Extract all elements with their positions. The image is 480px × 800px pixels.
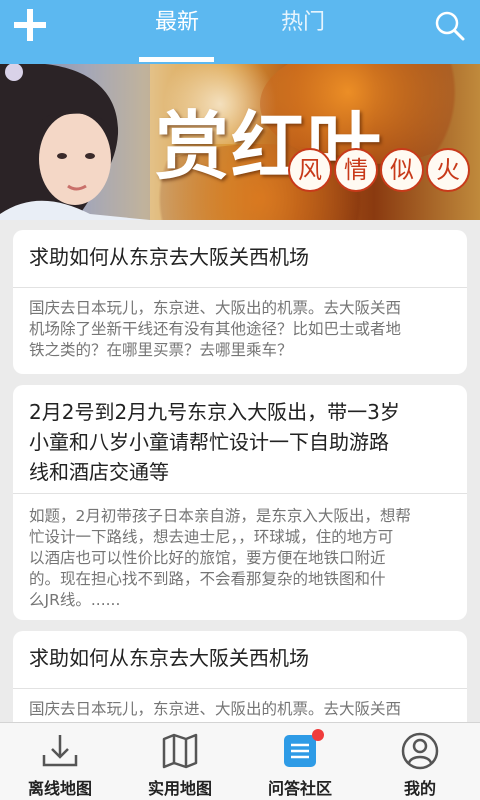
add-icon[interactable]: [10, 6, 50, 46]
question-body: 国庆去日本玩儿，东京进、大阪出的机票。去大阪关西: [13, 689, 467, 720]
user-icon: [401, 732, 439, 770]
nav-mine[interactable]: 我的: [360, 723, 480, 800]
tab-latest[interactable]: 最新: [122, 0, 232, 64]
notification-badge: [312, 729, 324, 741]
question-body: 如题，2月初带孩子日本亲自游，是东京入大阪出，想帮 忙设计一下路线，想去迪士尼，…: [13, 494, 467, 611]
question-title: 2月2号到2月九号东京入大阪出，带一3岁 小童和八岁小童请帮忙设计一下自助游路 …: [13, 385, 467, 493]
top-bar: 最新 热门: [0, 0, 480, 64]
tab-hot[interactable]: 热门: [248, 0, 358, 64]
question-body-line: 忙设计一下路线，想去迪士尼，，环球城，住的地方可: [29, 528, 394, 546]
question-title-line: 线和酒店交通等: [29, 460, 169, 484]
search-icon[interactable]: [434, 10, 466, 42]
banner-stamp: 似: [380, 148, 424, 192]
question-body-line: 的。现在担心找不到路，不会看那复杂的地铁图和什: [29, 570, 386, 588]
question-body-line: 如题，2月初带孩子日本亲自游，是东京入大阪出，想帮: [29, 507, 411, 525]
question-body-line: 铁之类的？在哪里买票？去哪里乘车？: [29, 341, 293, 359]
question-title-line: 小童和八岁小童请帮忙设计一下自助游路: [29, 430, 389, 454]
nav-label: 实用地图: [147, 779, 212, 798]
question-card[interactable]: 求助如何从东京去大阪关西机场 国庆去日本玩儿，东京进、大阪出的机票。去大阪关西 …: [13, 230, 467, 374]
question-title-line: 2月2号到2月九号东京入大阪出，带一3岁: [29, 400, 400, 424]
download-icon: [42, 735, 78, 767]
bottom-navigation: 离线地图 实用地图 问答社区 我的: [0, 722, 480, 800]
nav-qa-community[interactable]: 问答社区: [240, 723, 360, 800]
active-tab-indicator: [139, 57, 214, 62]
plus-vertical: [27, 9, 33, 41]
question-title-line: 求助如何从东京去大阪关西机场: [29, 646, 309, 670]
nav-label: 问答社区: [267, 779, 332, 798]
question-title-line: 求助如何从东京去大阪关西机场: [29, 245, 309, 269]
question-title: 求助如何从东京去大阪关西机场: [13, 631, 467, 688]
question-body-line: 以酒店也可以性价比好的旅馆，要方便在地铁口附近: [29, 549, 386, 567]
nav-label: 我的: [403, 779, 436, 798]
map-icon: [162, 733, 198, 769]
question-body-line: 么JR线。......: [29, 591, 121, 609]
question-body-line: 机场除了坐新干线还有没有其他途径？比如巴士或者地: [29, 320, 402, 338]
banner-stamp: 火: [426, 148, 470, 192]
nav-offline-map[interactable]: 离线地图: [0, 723, 120, 800]
question-card[interactable]: 2月2号到2月九号东京入大阪出，带一3岁 小童和八岁小童请帮忙设计一下自助游路 …: [13, 385, 467, 620]
question-body: 国庆去日本玩儿，东京进、大阪出的机票。去大阪关西 机场除了坐新干线还有没有其他途…: [13, 288, 467, 361]
promo-banner[interactable]: 赏红叶 风 情 似 火: [0, 64, 480, 220]
banner-person-image: [0, 64, 150, 220]
nav-label: 离线地图: [27, 779, 92, 798]
question-body-line: 国庆去日本玩儿，东京进、大阪出的机票。去大阪关西: [29, 700, 402, 718]
nav-practical-map[interactable]: 实用地图: [120, 723, 240, 800]
question-body-line: 国庆去日本玩儿，东京进、大阪出的机票。去大阪关西: [29, 299, 402, 317]
banner-stamp: 风: [288, 148, 332, 192]
banner-stamp: 情: [334, 148, 378, 192]
question-title: 求助如何从东京去大阪关西机场: [13, 230, 467, 287]
